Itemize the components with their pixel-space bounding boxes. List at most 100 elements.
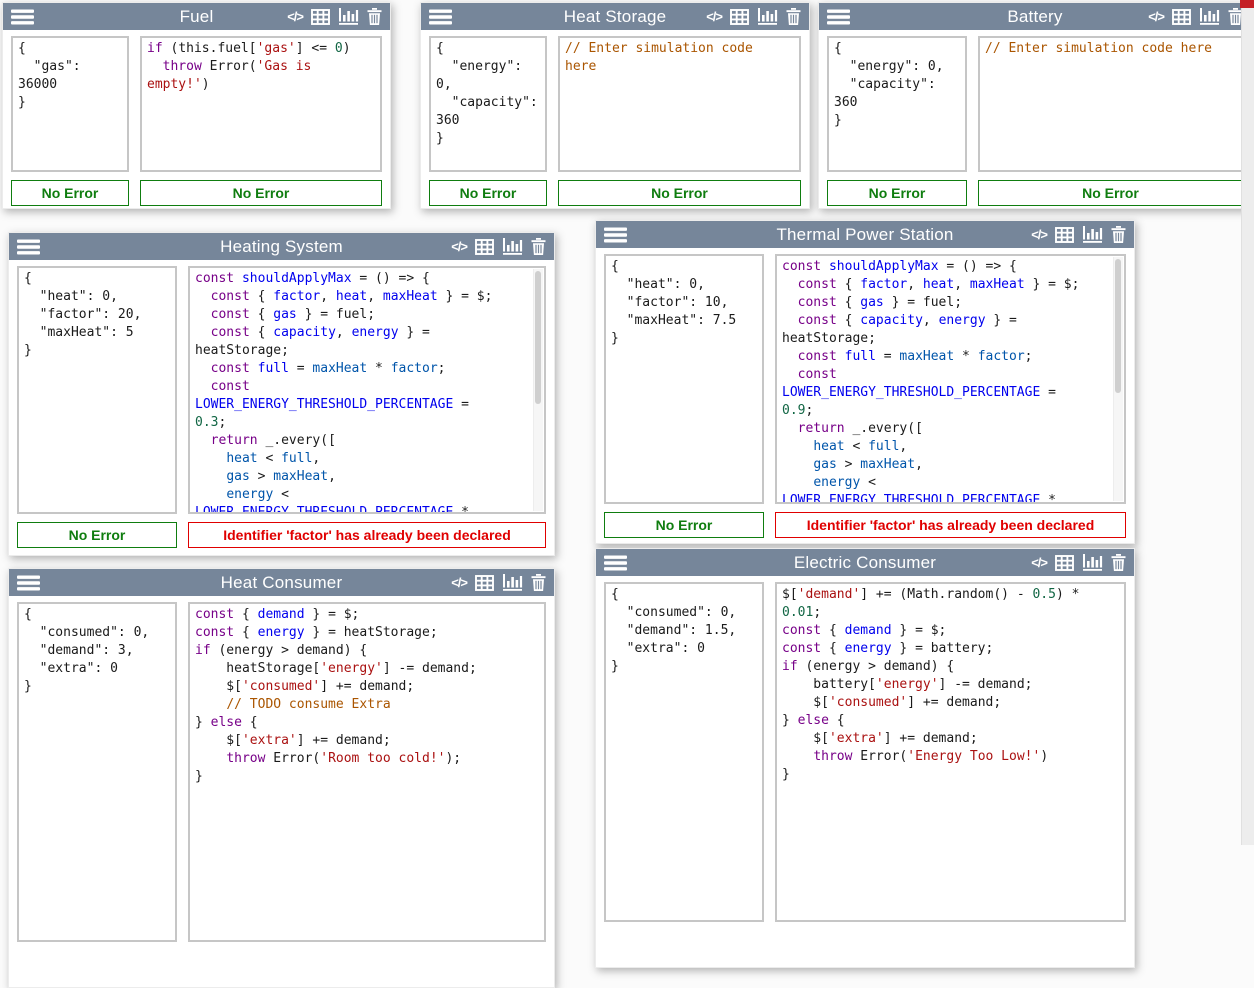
code-icon[interactable]: </>: [1031, 555, 1047, 570]
code-editor[interactable]: $['demand'] += (Math.random() - 0.5) *0.…: [775, 582, 1126, 922]
panel-toolbar: </>: [1031, 226, 1126, 243]
menu-icon[interactable]: [11, 9, 34, 25]
state-editor[interactable]: { "gas": 36000 }: [11, 36, 129, 172]
scrollbar-thumb[interactable]: [1115, 259, 1121, 393]
state-status-badge: No Error: [17, 522, 177, 548]
state-editor[interactable]: { "consumed": 0, "demand": 3, "extra": 0…: [17, 602, 177, 942]
table-icon[interactable]: [475, 575, 494, 591]
code-editor[interactable]: // Enter simulation code here: [978, 36, 1243, 172]
code-editor[interactable]: const { demand } = $;const { energy } = …: [188, 602, 546, 942]
table-icon[interactable]: [311, 9, 330, 25]
state-editor[interactable]: { "energy": 0, "capacity": 360 }: [827, 36, 967, 172]
state-editor[interactable]: { "heat": 0, "factor": 20, "maxHeat": 5 …: [17, 266, 177, 514]
state-status-badge: No Error: [429, 180, 547, 206]
scrollbar-thumb[interactable]: [535, 271, 541, 404]
simulation-code-text: $['demand'] += (Math.random() - 0.5) *0.…: [782, 586, 1119, 784]
panel-body: { "gas": 36000 } if (this.fuel['gas'] <=…: [11, 36, 382, 172]
menu-icon[interactable]: [604, 555, 627, 571]
status-row: No Error No Error: [11, 180, 382, 206]
panel-header[interactable]: Electric Consumer </>: [596, 549, 1134, 576]
panel-title: Fuel: [180, 7, 214, 27]
table-icon[interactable]: [475, 239, 494, 255]
state-status-badge: No Error: [604, 512, 764, 538]
menu-icon[interactable]: [604, 227, 627, 243]
chart-icon[interactable]: [338, 8, 359, 25]
panel-header[interactable]: Thermal Power Station </>: [596, 221, 1134, 248]
menu-icon[interactable]: [17, 239, 40, 255]
panel-fuel: Fuel </>: [2, 2, 391, 209]
menu-icon[interactable]: [17, 575, 40, 591]
panel-header[interactable]: Heat Storage </>: [421, 3, 809, 30]
simulation-code-text: // Enter simulation codehere: [565, 40, 794, 76]
chart-icon[interactable]: [502, 238, 523, 255]
panel-header[interactable]: Fuel </>: [3, 3, 390, 30]
state-json-text: { "consumed": 0, "demand": 1.5, "extra":…: [611, 586, 757, 676]
editor-scrollbar[interactable]: [533, 269, 543, 511]
corner-red-badge: [1240, 0, 1254, 8]
code-icon[interactable]: </>: [287, 9, 303, 24]
trash-icon[interactable]: [367, 8, 382, 25]
panel-toolbar: </>: [287, 8, 382, 25]
editor-scrollbar[interactable]: [1113, 257, 1123, 501]
state-json-text: { "heat": 0, "factor": 20, "maxHeat": 5 …: [24, 270, 170, 360]
trash-icon[interactable]: [531, 238, 546, 255]
panel-toolbar: </>: [451, 238, 546, 255]
panel-thermal-power-station: Thermal Power Station </>: [595, 220, 1135, 544]
panel-title: Heating System: [220, 237, 343, 257]
chart-icon[interactable]: [1082, 554, 1103, 571]
code-editor[interactable]: const shouldApplyMax = () => { const { f…: [775, 254, 1126, 504]
state-editor[interactable]: { "heat": 0, "factor": 10, "maxHeat": 7.…: [604, 254, 764, 504]
panel-toolbar: </>: [1031, 554, 1126, 571]
code-icon[interactable]: </>: [451, 575, 467, 590]
panel-title: Thermal Power Station: [776, 225, 953, 245]
panel-toolbar: </>: [706, 8, 801, 25]
panel-battery: Battery </>: [818, 2, 1252, 209]
panel-header[interactable]: Heating System </>: [9, 233, 554, 260]
chart-icon[interactable]: [1199, 8, 1220, 25]
code-editor[interactable]: const shouldApplyMax = () => { const { f…: [188, 266, 546, 514]
table-icon[interactable]: [1055, 555, 1074, 571]
panel-header[interactable]: Heat Consumer </>: [9, 569, 554, 596]
panel-title: Electric Consumer: [794, 553, 936, 573]
simulation-code-text: const { demand } = $;const { energy } = …: [195, 606, 539, 786]
simulation-code-text: // Enter simulation code here: [985, 40, 1236, 58]
simulation-code-text: const shouldApplyMax = () => { const { f…: [782, 258, 1119, 504]
state-json-text: { "energy": 0, "capacity": 360 }: [436, 40, 540, 148]
chart-icon[interactable]: [757, 8, 778, 25]
panel-toolbar: </>: [1148, 8, 1243, 25]
panel-body: { "heat": 0, "factor": 20, "maxHeat": 5 …: [17, 266, 546, 514]
panel-body: { "energy": 0, "capacity": 360 } // Ente…: [827, 36, 1243, 172]
code-status-badge: Identifier 'factor' has already been dec…: [188, 522, 546, 548]
chart-icon[interactable]: [502, 574, 523, 591]
code-icon[interactable]: </>: [451, 239, 467, 254]
panel-heat-consumer: Heat Consumer </>: [8, 568, 555, 988]
panel-header[interactable]: Battery </>: [819, 3, 1251, 30]
code-icon[interactable]: </>: [1031, 227, 1047, 242]
code-editor[interactable]: if (this.fuel['gas'] <= 0) throw Error('…: [140, 36, 382, 172]
trash-icon[interactable]: [531, 574, 546, 591]
trash-icon[interactable]: [1111, 226, 1126, 243]
state-editor[interactable]: { "energy": 0, "capacity": 360 }: [429, 36, 547, 172]
panel-body: { "consumed": 0, "demand": 1.5, "extra":…: [604, 582, 1126, 922]
table-icon[interactable]: [1055, 227, 1074, 243]
table-icon[interactable]: [730, 9, 749, 25]
table-icon[interactable]: [1172, 9, 1191, 25]
status-row: No Error Identifier 'factor' has already…: [17, 522, 546, 548]
panel-heating-system: Heating System </>: [8, 232, 555, 556]
page-scrollbar[interactable]: [1241, 0, 1254, 845]
menu-icon[interactable]: [827, 9, 850, 25]
code-icon[interactable]: </>: [1148, 9, 1164, 24]
panel-heat-storage: Heat Storage </>: [420, 2, 810, 209]
simulation-code-text: if (this.fuel['gas'] <= 0) throw Error('…: [147, 40, 375, 94]
code-icon[interactable]: </>: [706, 9, 722, 24]
chart-icon[interactable]: [1082, 226, 1103, 243]
state-editor[interactable]: { "consumed": 0, "demand": 1.5, "extra":…: [604, 582, 764, 922]
panel-body: { "consumed": 0, "demand": 3, "extra": 0…: [17, 602, 546, 942]
panel-toolbar: </>: [451, 574, 546, 591]
menu-icon[interactable]: [429, 9, 452, 25]
code-status-badge: No Error: [558, 180, 801, 206]
simulation-code-text: const shouldApplyMax = () => { const { f…: [195, 270, 539, 514]
trash-icon[interactable]: [1111, 554, 1126, 571]
trash-icon[interactable]: [786, 8, 801, 25]
code-editor[interactable]: // Enter simulation codehere: [558, 36, 801, 172]
